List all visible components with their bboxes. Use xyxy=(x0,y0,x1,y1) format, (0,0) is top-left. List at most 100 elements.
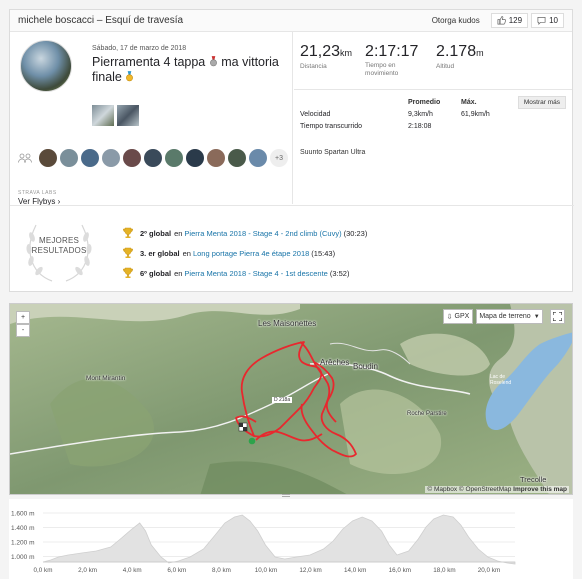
metric-name: Velocidad xyxy=(300,110,331,118)
y-tick-label: 1.400 m xyxy=(11,525,35,532)
show-more-button[interactable]: Mostrar más xyxy=(517,96,566,109)
achievement-rank: 3. er global xyxy=(140,248,180,258)
silver-medal-icon xyxy=(209,56,217,67)
activity-title: Pierramenta 4 tappa ma vittoria finale xyxy=(92,55,287,85)
athlete-avatar[interactable] xyxy=(249,149,267,167)
achievement-connector: en xyxy=(182,248,191,258)
achievement-item: 3. er global en Long portage Pierra 4e é… xyxy=(122,243,367,263)
route-finish-flag-icon xyxy=(238,422,248,432)
x-tick-label: 20,0 km xyxy=(478,567,500,574)
zoom-in-button[interactable]: + xyxy=(16,311,30,324)
photo-thumbnail[interactable] xyxy=(92,105,114,126)
stat-value: 21,23 xyxy=(300,43,341,60)
x-tick-label: 10,0 km xyxy=(255,567,277,574)
place-label: Arêches xyxy=(320,358,350,367)
achievement-connector: en xyxy=(174,268,183,278)
place-label: Les Maisonettes xyxy=(258,319,317,328)
stat-value: 2.178 xyxy=(436,43,477,60)
athlete-avatar[interactable] xyxy=(207,149,225,167)
athlete-avatar[interactable] xyxy=(228,149,246,167)
comments-count: 10 xyxy=(549,16,558,25)
divider xyxy=(294,89,572,90)
metric-avg: 9,3km/h xyxy=(408,110,433,118)
place-label: Boudin xyxy=(353,362,378,371)
metric-max: 61,9km/h xyxy=(461,110,490,118)
x-tick-label: 16,0 km xyxy=(389,567,411,574)
athlete-avatar[interactable] xyxy=(186,149,204,167)
thumbs-up-icon xyxy=(497,16,506,25)
athlete-avatar[interactable] xyxy=(20,40,72,92)
more-athletes-badge[interactable]: +3 xyxy=(270,149,288,167)
photo-thumbnail[interactable] xyxy=(117,105,139,126)
attribution-text: © Mapbox © OpenStreetMap xyxy=(427,486,512,493)
road-label: D 218a xyxy=(272,397,293,403)
metrics-table: Promedio Máx. Velocidad 9,3km/h 61,9km/h… xyxy=(300,96,568,132)
fullscreen-icon xyxy=(553,312,562,321)
elevation-chart: 1.600 m 1.400 m 1.200 m 1.000 m 0,0 km 2,0 km… xyxy=(11,511,516,574)
comments-button[interactable]: 10 xyxy=(531,13,564,28)
col-average: Promedio xyxy=(408,98,441,106)
stat-label: Distancia xyxy=(300,63,327,70)
x-tick-label: 4,0 km xyxy=(123,567,142,574)
badge-line: RESULTADOS xyxy=(31,246,87,255)
map-type-label: Mapa de terreno xyxy=(479,313,531,320)
stat-label: Altitud xyxy=(436,63,455,70)
athlete-avatar[interactable] xyxy=(39,149,57,167)
stat-unit: m xyxy=(476,48,484,58)
map-attribution: © Mapbox © OpenStreetMap Improve this ma… xyxy=(425,486,569,493)
achievement-list: 2º global en Pierra Menta 2018 - Stage 4… xyxy=(122,223,367,283)
route-map[interactable]: + - ⇩ GPX Mapa de terreno ▼ Les Maisonet… xyxy=(9,303,573,495)
athlete-avatar[interactable] xyxy=(102,149,120,167)
trophy-icon xyxy=(123,227,133,238)
primary-stats: 21,23km Distancia 2:17:17 Tiempo en movi… xyxy=(300,44,484,77)
x-tick-label: 2,0 km xyxy=(78,567,97,574)
x-tick-label: 18,0 km xyxy=(433,567,455,574)
achievement-time: (3:52) xyxy=(329,268,350,278)
athlete-avatar[interactable] xyxy=(165,149,183,167)
map-type-select[interactable]: Mapa de terreno ▼ xyxy=(476,309,543,324)
best-results-badge: MEJORES RESULTADOS xyxy=(22,236,96,256)
athlete-avatar[interactable] xyxy=(123,149,141,167)
fullscreen-button[interactable] xyxy=(550,309,565,324)
strava-labs-label: STRAVA LABS xyxy=(18,190,57,196)
gpx-label: GPX xyxy=(454,313,470,320)
best-results: MEJORES RESULTADOS 2º global en Pierra M… xyxy=(10,205,574,292)
metrics-row: Velocidad 9,3km/h 61,9km/h xyxy=(300,108,568,120)
achievement-rank: 6º global xyxy=(140,268,172,278)
stat-label: Tiempo en movimiento xyxy=(365,62,399,77)
metrics-row: Tiempo transcurrido 2:18:08 xyxy=(300,120,568,132)
y-tick-label: 1.200 m xyxy=(11,540,35,547)
zoom-out-button[interactable]: - xyxy=(16,324,30,337)
athlete-avatar[interactable] xyxy=(60,149,78,167)
trophy-icon xyxy=(123,247,133,258)
stat-value: 2:17:17 xyxy=(365,43,419,60)
achievement-item: 6º global en Pierra Menta 2018 - Stage 4… xyxy=(122,263,367,283)
segment-link[interactable]: Pierra Menta 2018 - Stage 4 - 2nd climb … xyxy=(184,229,341,238)
place-label: Roche Parstire xyxy=(407,411,447,417)
map-resize-handle[interactable] xyxy=(282,494,290,497)
kudos-button[interactable]: 129 xyxy=(490,13,529,28)
activity-stats: 21,23km Distancia 2:17:17 Tiempo en movi… xyxy=(294,32,572,204)
gpx-download-button[interactable]: ⇩ GPX xyxy=(443,309,473,324)
kudos-label[interactable]: Otorga kudos xyxy=(432,16,480,25)
col-max: Máx. xyxy=(461,98,477,106)
improve-map-link[interactable]: Improve this map xyxy=(513,486,567,493)
stat-moving-time: 2:17:17 Tiempo en movimiento xyxy=(365,44,423,77)
activity-date: Sábado, 17 de marzo de 2018 xyxy=(92,45,187,52)
achievement-connector: en xyxy=(174,228,183,238)
place-label: Trecolle xyxy=(520,475,547,484)
metric-avg: 2:18:08 xyxy=(408,122,432,130)
x-tick-label: 12,0 km xyxy=(299,567,321,574)
segment-link[interactable]: Pierra Menta 2018 - Stage 4 - 1st descen… xyxy=(184,269,327,278)
activity-header: michele boscacci – Esquí de travesía Oto… xyxy=(10,10,572,32)
metric-name: Tiempo transcurrido xyxy=(300,122,362,130)
achievement-item: 2º global en Pierra Menta 2018 - Stage 4… xyxy=(122,223,367,243)
stat-unit: km xyxy=(340,48,353,58)
download-icon: ⇩ xyxy=(446,313,453,321)
achievement-time: (15:43) xyxy=(311,248,336,258)
x-tick-label: 6,0 km xyxy=(167,567,186,574)
trophy-icon xyxy=(123,267,133,278)
athlete-avatar[interactable] xyxy=(81,149,99,167)
segment-link[interactable]: Long portage Pierra 4e étape 2018 xyxy=(193,249,309,258)
athlete-avatar[interactable] xyxy=(144,149,162,167)
